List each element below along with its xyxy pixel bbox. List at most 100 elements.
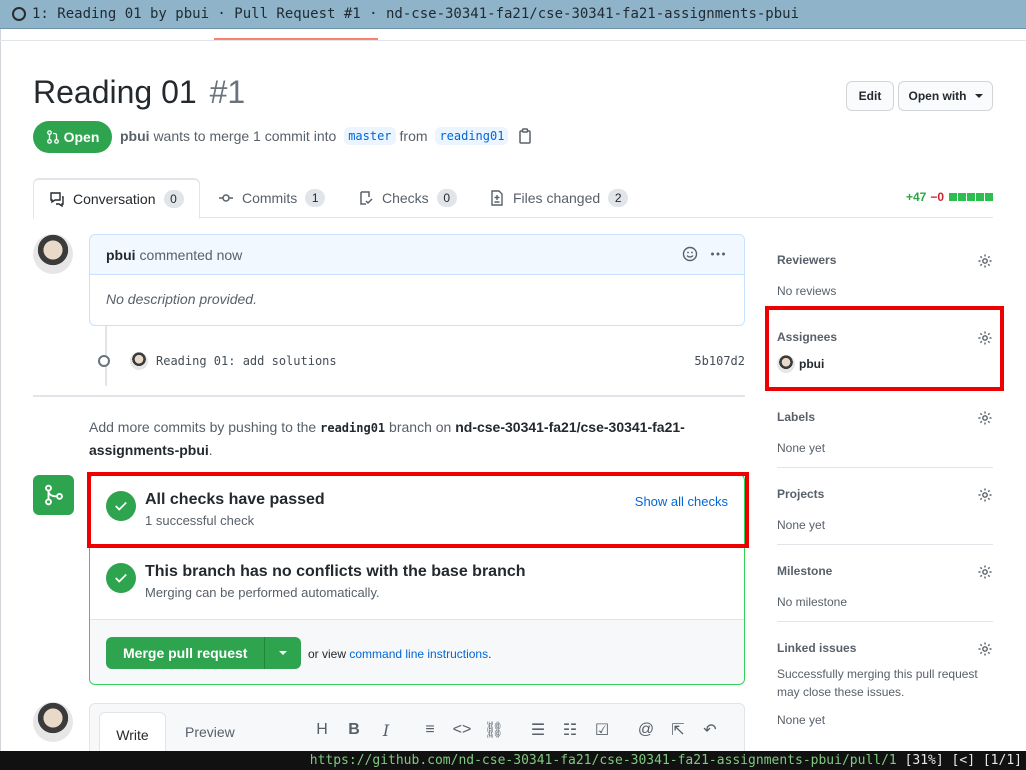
tab-files-count: 2 bbox=[608, 189, 629, 207]
diff-block bbox=[985, 193, 993, 201]
commit-icon bbox=[219, 194, 233, 202]
comment-body: No description provided. bbox=[106, 291, 257, 307]
markdown-toolbar: H B I ≡ <> ⛓ ☰ ☷ ☑ @ ⇱ ↶ bbox=[306, 719, 726, 741]
push-note: Add more commits by pushing to the readi… bbox=[89, 416, 729, 461]
pr-number: #1 bbox=[209, 74, 246, 110]
tab-files-label: Files changed bbox=[513, 190, 601, 206]
merge-pull-request-button[interactable]: Merge pull request bbox=[106, 637, 301, 669]
or-view-label: or view bbox=[308, 647, 347, 661]
gear-icon[interactable] bbox=[977, 641, 993, 657]
status-percent: [31%] bbox=[904, 753, 944, 768]
comment-discussion-icon bbox=[50, 192, 64, 207]
chevron-down-icon bbox=[974, 94, 983, 98]
push-note-middle: branch on bbox=[389, 419, 452, 435]
comment-box: pbui commented now No description provid… bbox=[89, 234, 745, 326]
pr-tabs: Conversation 0 Commits 1 Checks 0 Files … bbox=[33, 178, 993, 219]
reviewers-title[interactable]: Reviewers bbox=[777, 253, 993, 267]
page-title: Reading 01 #1 bbox=[33, 74, 245, 111]
projects-title[interactable]: Projects bbox=[777, 487, 993, 501]
unordered-list-icon[interactable]: ☰ bbox=[522, 719, 554, 741]
tab-files-changed[interactable]: Files changed 2 bbox=[489, 178, 629, 218]
check-circle-icon bbox=[106, 563, 136, 593]
sidebar-reviewers: Reviewers No reviews bbox=[777, 253, 993, 300]
merge-button-label[interactable]: Merge pull request bbox=[106, 637, 266, 669]
browser-status-bar: https://github.com/nd-cse-30341-fa21/cse… bbox=[0, 751, 1026, 770]
merge-footer: Merge pull request or view command line … bbox=[90, 620, 744, 684]
avatar[interactable] bbox=[33, 702, 73, 742]
milestone-value: No milestone bbox=[777, 595, 848, 609]
avatar[interactable] bbox=[33, 234, 73, 274]
status-page: [1/1] bbox=[982, 753, 1022, 768]
sidebar-projects: Projects None yet bbox=[777, 487, 993, 534]
highlight-checks bbox=[87, 472, 749, 548]
sidebar-divider bbox=[777, 544, 993, 545]
timeline-divider bbox=[33, 395, 745, 397]
tab-write[interactable]: Write bbox=[99, 712, 166, 756]
gear-icon[interactable] bbox=[977, 410, 993, 426]
gear-icon[interactable] bbox=[977, 487, 993, 503]
diffstat: +47 −0 bbox=[906, 190, 993, 204]
commit-message-container: Reading 01: add solutions bbox=[130, 352, 337, 370]
file-diff-icon bbox=[491, 190, 503, 206]
diff-additions: +47 bbox=[905, 190, 927, 204]
tab-commits-count: 1 bbox=[305, 189, 326, 207]
sidebar-labels: Labels None yet bbox=[777, 410, 993, 457]
milestone-title[interactable]: Milestone bbox=[777, 564, 993, 578]
kebab-horizontal-icon[interactable] bbox=[710, 246, 726, 262]
comment-author[interactable]: pbui bbox=[106, 247, 136, 263]
chevron-down-icon bbox=[279, 651, 288, 655]
ordered-list-icon[interactable]: ☷ bbox=[554, 719, 586, 741]
open-with-button[interactable]: Open with bbox=[898, 81, 993, 111]
sidebar-divider bbox=[777, 467, 993, 468]
tab-checks-count: 0 bbox=[436, 189, 457, 207]
tab-preview[interactable]: Preview bbox=[185, 724, 235, 740]
link-icon[interactable]: ⛓ bbox=[478, 719, 510, 741]
diff-deletions: −0 bbox=[930, 190, 944, 204]
left-border bbox=[0, 29, 1, 751]
sidebar-linked-issues: Linked issues Successfully merging this … bbox=[777, 641, 993, 729]
command-line-link[interactable]: command line instructions bbox=[349, 647, 488, 661]
commit-avatar[interactable] bbox=[130, 352, 148, 370]
bold-icon[interactable]: B bbox=[338, 719, 370, 741]
status-url: https://github.com/nd-cse-30341-fa21/cse… bbox=[309, 753, 897, 768]
status-label: Open bbox=[63, 129, 100, 145]
gear-icon[interactable] bbox=[977, 564, 993, 580]
comment-time[interactable]: commented now bbox=[140, 247, 243, 263]
comment-header: pbui commented now bbox=[90, 235, 744, 275]
commit-message[interactable]: Reading 01: add solutions bbox=[156, 354, 337, 368]
diff-block bbox=[976, 193, 984, 201]
tab-commits[interactable]: Commits 1 bbox=[218, 178, 326, 218]
author-link[interactable]: pbui bbox=[120, 128, 150, 144]
base-branch[interactable]: master bbox=[344, 127, 396, 145]
head-branch[interactable]: reading01 bbox=[435, 127, 509, 145]
tab-commits-label: Commits bbox=[242, 190, 298, 206]
from-text: from bbox=[399, 128, 428, 144]
smiley-icon[interactable] bbox=[682, 246, 698, 262]
pull-request-icon bbox=[46, 130, 59, 144]
checklist-icon bbox=[360, 191, 373, 205]
window-title: 1: Reading 01 by pbui · Pull Request #1 … bbox=[32, 6, 800, 22]
push-note-suffix: . bbox=[208, 442, 213, 458]
browser-logo-icon bbox=[12, 7, 26, 21]
reply-icon[interactable]: ↶ bbox=[694, 719, 726, 741]
edit-button-label: Edit bbox=[858, 89, 882, 103]
tab-conversation[interactable]: Conversation 0 bbox=[33, 178, 200, 219]
copy-icon[interactable] bbox=[518, 128, 532, 144]
pr-title-text: Reading 01 bbox=[33, 74, 197, 110]
heading-icon[interactable]: H bbox=[306, 719, 338, 741]
mention-icon[interactable]: @ bbox=[630, 719, 662, 741]
or-view-period: . bbox=[488, 647, 492, 661]
task-list-icon[interactable]: ☑ bbox=[586, 719, 618, 741]
quote-icon[interactable]: ≡ bbox=[414, 719, 446, 741]
code-icon[interactable]: <> bbox=[446, 719, 478, 741]
italic-icon[interactable]: I bbox=[370, 719, 402, 741]
merge-options-dropdown[interactable] bbox=[265, 651, 301, 655]
tab-checks[interactable]: Checks 0 bbox=[358, 178, 457, 218]
commit-sha[interactable]: 5b107d2 bbox=[694, 354, 745, 368]
edit-button[interactable]: Edit bbox=[846, 81, 894, 111]
cross-reference-icon[interactable]: ⇱ bbox=[662, 719, 694, 741]
labels-title[interactable]: Labels bbox=[777, 410, 993, 424]
linked-issues-title[interactable]: Linked issues bbox=[777, 641, 993, 655]
gear-icon[interactable] bbox=[977, 253, 993, 269]
comment-actions bbox=[682, 246, 726, 262]
